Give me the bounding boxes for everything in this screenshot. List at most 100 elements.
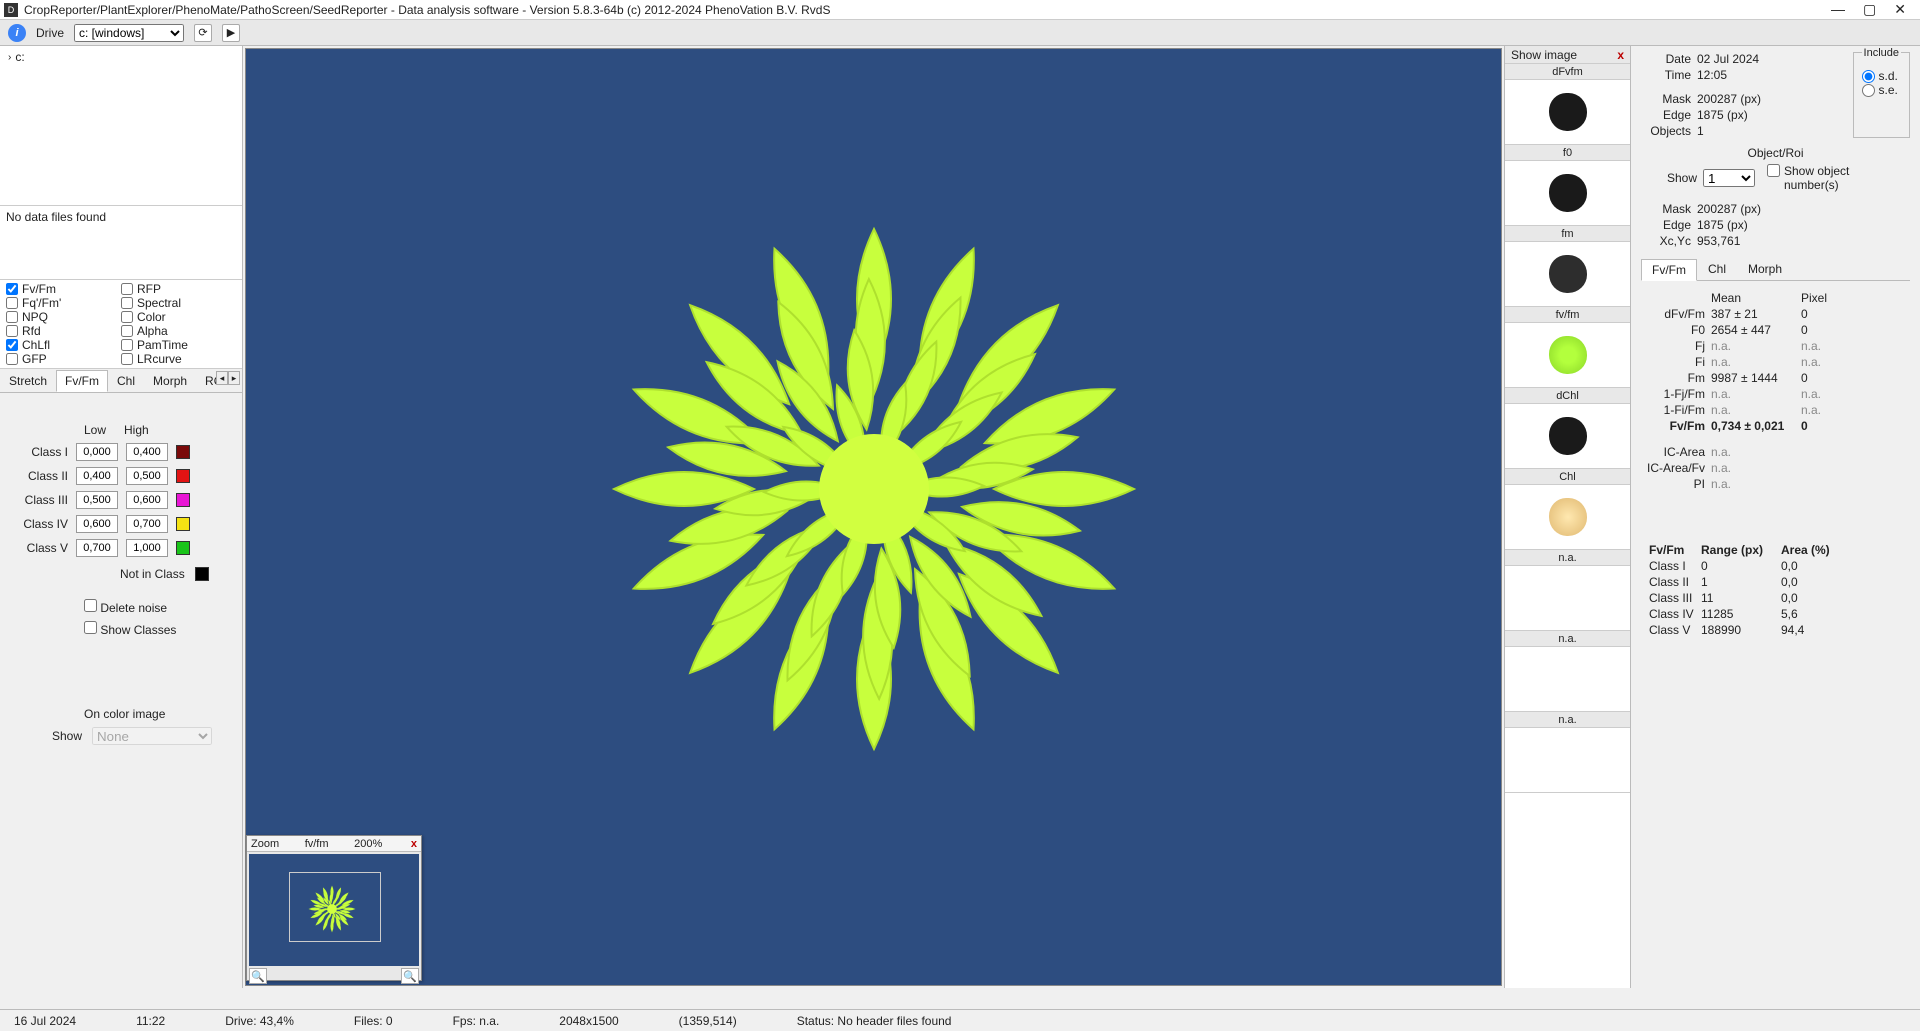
zoom-mode: fv/fm [305, 838, 329, 850]
check-npq[interactable]: NPQ [6, 310, 121, 324]
include-se-radio[interactable]: s.e. [1862, 83, 1901, 97]
show-select[interactable]: None [92, 727, 212, 745]
class-label: Class IV [10, 517, 68, 531]
on-color-image-label: On color image [84, 707, 232, 721]
strip-close-icon[interactable]: x [1617, 48, 1624, 62]
class-low-input[interactable] [76, 491, 118, 509]
meta-edge-label: Edge [1641, 108, 1697, 122]
meta-mask-label: Mask [1641, 92, 1697, 106]
meta-time-label: Time [1641, 68, 1697, 82]
plant-image [594, 209, 1154, 769]
class-high-input[interactable] [126, 515, 168, 533]
check-alpha[interactable]: Alpha [121, 324, 236, 338]
show-classes-check[interactable]: Show Classes [84, 621, 232, 637]
tab-stretch[interactable]: Stretch [0, 370, 56, 392]
right-tab-bar: Fv/Fm Chl Morph [1641, 258, 1910, 281]
drive-select[interactable]: c: [windows] [74, 24, 184, 42]
left-panel: › c: No data files found Fv/Fm RFP Fq'/F… [0, 46, 243, 988]
measurement-checks: Fv/Fm RFP Fq'/Fm' Spectral NPQ Color Rfd… [0, 280, 242, 369]
check-color[interactable]: Color [121, 310, 236, 324]
thumb-na[interactable]: n.a. [1505, 712, 1630, 793]
objroi-show-select[interactable]: 1 [1703, 169, 1755, 187]
class-swatch[interactable] [176, 541, 190, 555]
thumb-fvfm[interactable]: fv/fm [1505, 307, 1630, 388]
minimize-icon[interactable]: — [1831, 1, 1845, 18]
status-msg: Status: No header files found [797, 1014, 952, 1028]
class-low-input[interactable] [76, 467, 118, 485]
tab-scroll-left-icon[interactable]: ◂ [216, 371, 228, 385]
delete-noise-check[interactable]: Delete noise [84, 599, 232, 615]
range-table: Fv/FmRange (px)Area (%) Class I00,0Class… [1641, 543, 1910, 639]
rtab-chl[interactable]: Chl [1697, 258, 1737, 280]
class-swatch[interactable] [176, 493, 190, 507]
tab-chl[interactable]: Chl [108, 370, 144, 392]
check-spectral[interactable]: Spectral [121, 296, 236, 310]
class-low-input[interactable] [76, 443, 118, 461]
class-label: Class I [10, 445, 68, 459]
status-drive: Drive: 43,4% [225, 1014, 294, 1028]
tab-fvfm[interactable]: Fv/Fm [56, 370, 108, 392]
class-swatch[interactable] [176, 445, 190, 459]
class-low-input[interactable] [76, 539, 118, 557]
zoom-close-icon[interactable]: x [408, 838, 417, 850]
window-title: CropReporter/PlantExplorer/PhenoMate/Pat… [24, 3, 830, 17]
tab-scroll-right-icon[interactable]: ▸ [228, 371, 240, 385]
not-in-class-label: Not in Class [120, 567, 185, 581]
show-object-numbers-check[interactable]: Show object number(s) [1767, 164, 1868, 192]
file-tree[interactable]: › c: [0, 46, 242, 206]
class-swatch[interactable] [176, 469, 190, 483]
check-fqfm[interactable]: Fq'/Fm' [6, 296, 121, 310]
thumb-na[interactable]: n.a. [1505, 631, 1630, 712]
info-icon[interactable]: i [8, 24, 26, 42]
zoom-window[interactable]: Zoom fv/fm 200% x 🔍 🔍 [246, 835, 422, 981]
thumb-na[interactable]: n.a. [1505, 550, 1630, 631]
maximize-icon[interactable]: ▢ [1863, 1, 1876, 18]
rtab-morph[interactable]: Morph [1737, 258, 1793, 280]
class-low-input[interactable] [76, 515, 118, 533]
show-label: Show [52, 729, 82, 743]
class-high-input[interactable] [126, 467, 168, 485]
thumb-dfvfm[interactable]: dFvfm [1505, 64, 1630, 145]
check-pamtime[interactable]: PamTime [121, 338, 236, 352]
tab-morph[interactable]: Morph [144, 370, 196, 392]
meta-time-value: 12:05 [1697, 68, 1761, 82]
check-gfp[interactable]: GFP [6, 352, 121, 366]
class-high-input[interactable] [126, 491, 168, 509]
thumb-label: n.a. [1505, 550, 1630, 566]
close-icon[interactable]: ✕ [1894, 1, 1906, 18]
refresh-icon[interactable]: ⟳ [194, 24, 212, 42]
check-rfd[interactable]: Rfd [6, 324, 121, 338]
app-icon: D [4, 3, 18, 17]
class-swatch[interactable] [176, 517, 190, 531]
zoom-in-icon[interactable]: 🔍 [401, 968, 419, 984]
include-sd-radio[interactable]: s.d. [1862, 69, 1901, 83]
thumb-f0[interactable]: f0 [1505, 145, 1630, 226]
check-fvfm[interactable]: Fv/Fm [6, 282, 121, 296]
thumb-label: fv/fm [1505, 307, 1630, 323]
main-canvas[interactable] [245, 48, 1502, 986]
check-lrcurve[interactable]: LRcurve [121, 352, 236, 366]
header-low: Low [84, 423, 106, 437]
include-legend: Include [1862, 47, 1901, 59]
status-dims: 2048x1500 [559, 1014, 618, 1028]
thumb-dchl[interactable]: dChl [1505, 388, 1630, 469]
check-chlfl[interactable]: ChLfl [6, 338, 121, 352]
status-time: 11:22 [136, 1014, 165, 1028]
objroi-header: Object/Roi [1641, 146, 1910, 160]
thumb-label: n.a. [1505, 631, 1630, 647]
class-panel: Low High Class I Class II Class III Clas… [0, 393, 242, 988]
drive-node[interactable]: c: [15, 50, 24, 64]
thumb-fm[interactable]: fm [1505, 226, 1630, 307]
class-high-input[interactable] [126, 539, 168, 557]
class-high-input[interactable] [126, 443, 168, 461]
not-in-class-swatch [195, 567, 209, 581]
check-rfp[interactable]: RFP [121, 282, 236, 296]
thumb-chl[interactable]: Chl [1505, 469, 1630, 550]
zoom-canvas[interactable] [249, 854, 419, 966]
meta-objects-label: Objects [1641, 124, 1697, 138]
arrow-right-icon[interactable]: ▶ [222, 24, 240, 42]
zoom-title: Zoom [251, 838, 279, 850]
expander-icon[interactable]: › [8, 52, 11, 63]
zoom-out-icon[interactable]: 🔍 [249, 968, 267, 984]
rtab-fvfm[interactable]: Fv/Fm [1641, 259, 1697, 281]
